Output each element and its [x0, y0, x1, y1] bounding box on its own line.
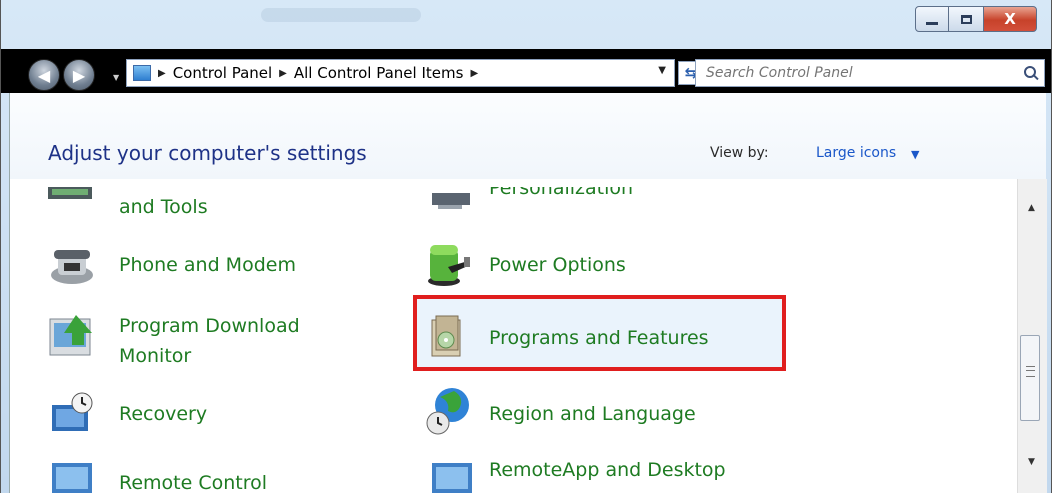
personalization-icon [428, 193, 474, 215]
recent-pages-dropdown-icon[interactable]: ▼ [113, 73, 119, 82]
forward-arrow-icon: ▶ [72, 65, 86, 85]
breadcrumb-separator-icon[interactable]: ▶ [158, 68, 166, 79]
item-label[interactable]: Programs and Features [489, 323, 709, 354]
minimize-button[interactable] [915, 6, 949, 32]
address-bar[interactable]: ▶ Control Panel ▶ All Control Panel Item… [126, 59, 675, 87]
scroll-down-arrow-icon[interactable]: ▼ [1028, 457, 1035, 467]
content-pane: Adjust your computer's settings View by:… [9, 93, 1047, 493]
power-options-icon [424, 239, 472, 293]
back-button[interactable]: ◀ [28, 59, 60, 91]
programs-and-features-item[interactable]: Programs and Features [489, 323, 709, 354]
item-label[interactable]: Monitor [119, 341, 191, 372]
breadcrumb-separator-icon[interactable]: ▶ [470, 68, 478, 79]
forward-button[interactable]: ▶ [63, 59, 95, 91]
item-label[interactable]: RemoteApp and Desktop [489, 455, 726, 486]
control-panel-item[interactable]: Phone and Modem [119, 250, 296, 281]
caption-buttons: X [915, 6, 1037, 32]
close-button[interactable]: X [983, 6, 1037, 32]
phone-icon [48, 245, 96, 291]
page-title: Adjust your computer's settings [48, 141, 367, 165]
download-monitor-icon [46, 311, 96, 365]
address-dropdown-icon[interactable]: ▼ [658, 65, 666, 76]
region-language-icon [424, 385, 472, 441]
item-label[interactable]: Program Download [119, 311, 300, 342]
control-panel-item[interactable]: Power Options [489, 250, 626, 281]
maximize-button[interactable] [949, 6, 983, 32]
control-panel-window: X ◀ ▶ ▼ ▶ Control Panel ▶ All Control Pa… [0, 0, 1052, 493]
maximize-icon [960, 14, 972, 24]
search-input[interactable] [696, 64, 1018, 82]
minimize-icon [926, 21, 938, 25]
recovery-icon [48, 391, 96, 439]
view-by-dropdown[interactable]: Large icons [816, 145, 896, 161]
vertical-scrollbar[interactable]: ▲ ▼ [1017, 179, 1047, 493]
item-label[interactable]: Phone and Modem [119, 250, 296, 281]
view-by-label: View by: [710, 145, 769, 161]
tools-icon [46, 187, 94, 205]
back-arrow-icon: ◀ [37, 65, 51, 85]
window-title-blurred [261, 8, 421, 22]
item-label[interactable]: Power Options [489, 250, 626, 281]
scroll-up-arrow-icon[interactable]: ▲ [1028, 203, 1035, 213]
item-label[interactable]: Region and Language [489, 399, 696, 430]
item-label[interactable]: and Tools [119, 192, 208, 223]
breadcrumb-control-panel[interactable]: Control Panel [173, 64, 272, 82]
item-label[interactable]: Remote Control [119, 468, 267, 493]
item-label[interactable]: Recovery [119, 399, 207, 430]
scroll-thumb[interactable] [1020, 335, 1040, 421]
content-header: Adjust your computer's settings View by:… [10, 93, 1046, 179]
breadcrumb-separator-icon[interactable]: ▶ [279, 68, 287, 79]
control-panel-item[interactable]: Recovery [119, 399, 207, 430]
control-panel-item-second-line[interactable]: Monitor [119, 341, 191, 372]
navigation-bar: ◀ ▶ ▼ ▶ Control Panel ▶ All Control Pane… [1, 49, 1051, 93]
grip-icon [1026, 366, 1035, 377]
search-icon[interactable] [1018, 60, 1044, 86]
programs-features-icon [426, 314, 466, 364]
control-panel-item[interactable]: Region and Language [489, 399, 696, 430]
control-panel-item[interactable]: Program Download [119, 311, 300, 342]
control-panel-item[interactable]: and Tools [119, 192, 208, 223]
search-box[interactable] [695, 59, 1045, 87]
close-icon: X [1004, 10, 1016, 28]
control-panel-item[interactable]: RemoteApp and Desktop [489, 455, 726, 486]
remoteapp-icon [428, 459, 476, 493]
remote-control-icon [48, 459, 96, 493]
chevron-down-icon[interactable]: ▼ [911, 148, 919, 161]
control-panel-icon [133, 65, 151, 81]
control-panel-item[interactable]: Remote Control [119, 468, 267, 493]
breadcrumb-all-items[interactable]: All Control Panel Items [294, 64, 464, 82]
